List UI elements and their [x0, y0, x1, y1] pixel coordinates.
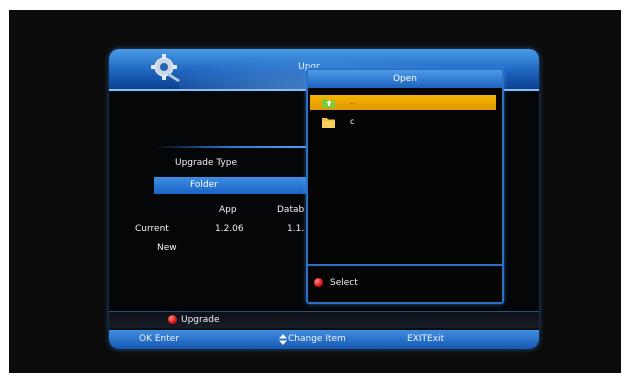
dialog-footer: Select — [308, 266, 502, 302]
open-dialog: Open .. c Select — [306, 68, 504, 304]
exit-key: EXIT — [407, 334, 428, 344]
upgrade-type-value: Folder — [190, 180, 218, 190]
exit-action: Exit — [427, 334, 445, 344]
help-bar: OK Enter Change Item EXITExit — [109, 330, 539, 349]
file-item-name: c — [350, 117, 355, 126]
row-label-current: Current — [135, 224, 169, 234]
change-item-label: Change Item — [288, 334, 346, 344]
upgrade-button-label: Upgrade — [181, 315, 220, 325]
file-item-parent[interactable]: .. — [310, 95, 496, 110]
file-item-name: .. — [350, 97, 356, 106]
upgrade-type-label: Upgrade Type — [175, 158, 238, 168]
ok-action: Enter — [154, 334, 180, 344]
column-header-app: App — [219, 205, 237, 215]
red-button-icon — [168, 315, 177, 324]
column-header-database: Datab — [277, 205, 305, 215]
select-button[interactable]: Select — [314, 276, 394, 290]
gear-icon — [151, 54, 180, 82]
exit-key-label: EXITExit — [407, 334, 444, 344]
ok-key-label: OK Enter — [139, 334, 179, 344]
file-item-c[interactable]: c — [310, 115, 496, 130]
ok-key: OK — [139, 334, 152, 344]
dialog-header: Open — [308, 70, 502, 88]
row-label-new: New — [157, 243, 177, 253]
select-label: Select — [330, 278, 358, 288]
current-app-version: 1.2.06 — [215, 224, 244, 234]
up-down-arrows-icon — [279, 334, 287, 345]
upgrade-button[interactable]: Upgrade — [109, 311, 539, 328]
folder-icon — [322, 118, 335, 128]
dialog-title: Open — [392, 74, 418, 84]
parent-folder-icon — [322, 99, 335, 108]
current-database-version: 1.1. — [287, 224, 305, 234]
red-button-icon — [314, 278, 323, 287]
